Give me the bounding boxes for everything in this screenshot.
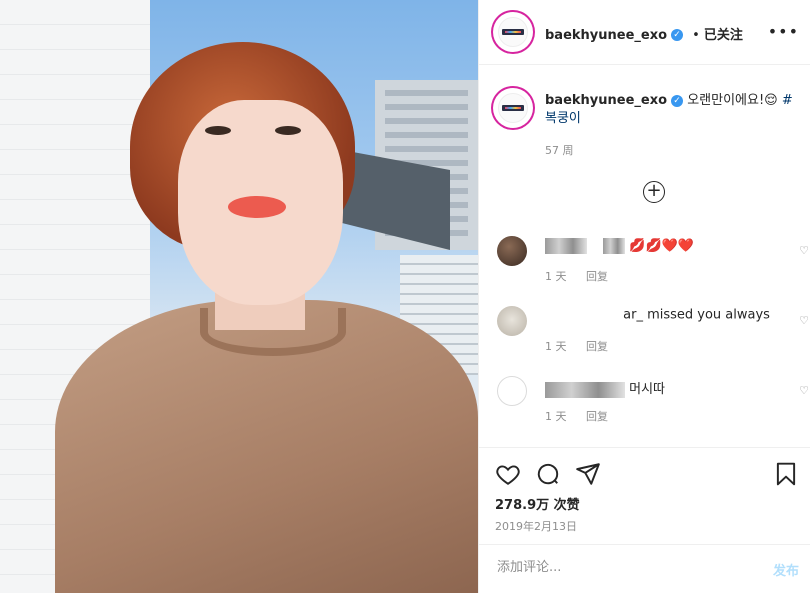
commenter-avatar[interactable] bbox=[497, 376, 527, 406]
commenter-avatar[interactable] bbox=[497, 306, 527, 336]
photo-eye-left bbox=[205, 126, 231, 135]
post-header: baekhyunee_exo ✓ • 已关注 ••• bbox=[479, 0, 810, 65]
comment-item: ar_ missed you always 1 天 回复 ♡ bbox=[497, 306, 809, 366]
caption-text: 오랜만이에요!😌 bbox=[687, 93, 778, 108]
caption-username[interactable]: baekhyunee_exo bbox=[545, 93, 667, 108]
reply-button[interactable]: 回复 bbox=[586, 340, 608, 353]
post-actions: 278.9万 次赞 2019年2月13日 发布 bbox=[479, 447, 810, 594]
comment-item: 💋💋❤️❤️ 1 天 回复 ♡ bbox=[497, 236, 809, 296]
like-count[interactable]: 278.9万 次赞 bbox=[495, 494, 580, 513]
follow-status-button[interactable]: 已关注 bbox=[704, 28, 743, 43]
blurred-username bbox=[545, 238, 587, 254]
caption-avatar[interactable] bbox=[495, 90, 531, 126]
reply-button[interactable]: 回复 bbox=[586, 270, 608, 283]
comment-text: ar_ missed you always bbox=[623, 307, 770, 323]
blurred-username bbox=[545, 381, 625, 398]
verified-badge-icon: ✓ bbox=[671, 28, 684, 41]
comment-time[interactable]: 1 天 bbox=[545, 340, 567, 353]
author-username[interactable]: baekhyunee_exo bbox=[545, 28, 667, 43]
blurred-username bbox=[603, 238, 626, 254]
comment-time[interactable]: 1 天 bbox=[545, 410, 567, 423]
header-user-row: baekhyunee_exo ✓ • 已关注 bbox=[545, 24, 743, 43]
comment-time[interactable]: 1 天 bbox=[545, 270, 567, 283]
post-detail-panel: baekhyunee_exo ✓ • 已关注 ••• baekhyunee_exo ✓… bbox=[478, 0, 810, 593]
caption: baekhyunee_exo ✓ 오랜만이에요!😌 #복쿵이 bbox=[545, 92, 800, 128]
comment-text-row: ar_ missed you always bbox=[545, 307, 770, 323]
comment-like-icon[interactable]: ♡ bbox=[799, 314, 809, 327]
post-date[interactable]: 2019年2月13日 bbox=[495, 518, 577, 534]
author-avatar[interactable] bbox=[495, 14, 531, 50]
heart-icon[interactable] bbox=[495, 461, 521, 487]
commenter-avatar[interactable] bbox=[497, 236, 527, 266]
comment-meta: 1 天 回复 bbox=[545, 268, 624, 284]
avatar-logo bbox=[502, 29, 524, 35]
blurred-username bbox=[545, 307, 619, 323]
send-icon[interactable] bbox=[575, 461, 601, 487]
plus-circle-icon[interactable]: + bbox=[643, 181, 665, 203]
caption-time[interactable]: 57 周 bbox=[545, 142, 574, 158]
comment-input[interactable] bbox=[495, 559, 749, 576]
avatar-logo bbox=[502, 105, 524, 111]
comment-meta: 1 天 回复 bbox=[545, 338, 624, 354]
add-comment-bar: 发布 bbox=[479, 544, 810, 595]
photo-eye-right bbox=[275, 126, 301, 135]
more-options-icon[interactable]: ••• bbox=[768, 22, 799, 41]
reply-button[interactable]: 回复 bbox=[586, 410, 608, 423]
comment-item: 머시따 1 天 回复 ♡ bbox=[497, 376, 809, 436]
comment-meta: 1 天 回复 bbox=[545, 408, 624, 424]
comment-text-row: 머시따 bbox=[545, 378, 665, 398]
comment-text-row: 💋💋❤️❤️ bbox=[545, 238, 694, 254]
photo-lips bbox=[228, 196, 286, 218]
post-comment-button[interactable]: 发布 bbox=[773, 560, 799, 579]
comment-text: 💋💋❤️❤️ bbox=[629, 238, 695, 254]
comment-like-icon[interactable]: ♡ bbox=[799, 384, 809, 397]
comment-like-icon[interactable]: ♡ bbox=[799, 244, 809, 257]
follow-separator: • bbox=[692, 28, 700, 43]
bookmark-icon[interactable] bbox=[773, 461, 799, 487]
post-photo[interactable] bbox=[0, 0, 478, 593]
verified-badge-icon: ✓ bbox=[671, 94, 684, 107]
comment-icon[interactable] bbox=[535, 461, 561, 487]
comment-text: 머시따 bbox=[629, 382, 666, 397]
